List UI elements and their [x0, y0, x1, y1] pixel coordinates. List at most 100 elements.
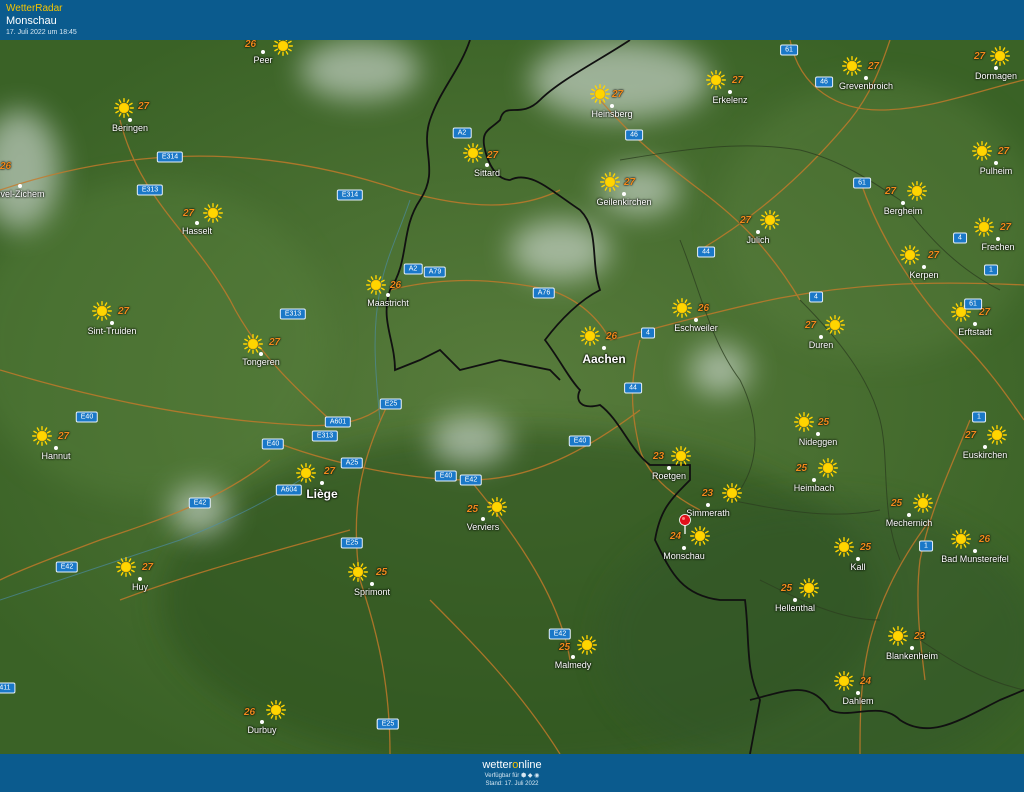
sun-icon: [818, 458, 838, 478]
city-temperature: 27: [740, 215, 752, 226]
city-temperature: 27: [979, 307, 991, 318]
road-shield: A25: [340, 457, 364, 469]
city-name: Dahlem: [842, 696, 874, 706]
road-shield: E313: [279, 308, 307, 320]
road-shield: 61: [964, 298, 982, 310]
sun-icon: [296, 463, 316, 483]
sun-icon: [116, 557, 136, 577]
sun-icon: [487, 497, 507, 517]
city-dot: [386, 293, 390, 297]
city-name: Heimbach: [793, 483, 835, 493]
city-temperature: 25: [818, 417, 830, 428]
city-dot: [706, 503, 710, 507]
city-dot: [816, 432, 820, 436]
city-temperature: 25: [781, 583, 793, 594]
city-temperature: 27: [118, 306, 130, 317]
sun-icon: [913, 493, 933, 513]
city-dot: [195, 221, 199, 225]
logo-right: nline: [518, 759, 542, 771]
city-dot: [261, 50, 265, 54]
city-name: Heinsberg: [591, 109, 633, 119]
sun-icon: [888, 626, 908, 646]
road-shield: 46: [625, 129, 643, 141]
sun-icon: [266, 700, 286, 720]
city-temperature: 25: [559, 642, 571, 653]
sun-icon: [600, 172, 620, 192]
road-shield: 1: [984, 264, 998, 276]
city-temperature: 27: [965, 430, 977, 441]
city-name: Sint-Truiden: [87, 326, 137, 336]
city-name: Aachen: [582, 352, 626, 366]
city-dot: [728, 90, 732, 94]
sun-icon: [900, 245, 920, 265]
sun-icon: [671, 446, 691, 466]
city-temperature: 27: [624, 177, 636, 188]
city-dot: [622, 192, 626, 196]
city-name: Liège: [306, 487, 338, 501]
city-dot: [973, 322, 977, 326]
sun-icon: [706, 70, 726, 90]
road-shield: A79: [423, 266, 447, 278]
city-name: Verviers: [466, 522, 500, 532]
city-name: Roetgen: [651, 471, 687, 481]
brand-title: WetterRadar: [6, 3, 63, 14]
road-shield: 1: [919, 540, 933, 552]
location-title: Monschau: [6, 15, 57, 27]
city-temperature: 25: [467, 504, 479, 515]
sun-icon: [32, 426, 52, 446]
city-name: Simmerath: [686, 508, 730, 518]
sun-icon: [794, 412, 814, 432]
sun-icon: [907, 181, 927, 201]
sun-icon: [974, 217, 994, 237]
city-name: Peer: [253, 55, 273, 65]
city-dot: [54, 446, 58, 450]
city-name: Huy: [131, 582, 149, 592]
road-shield: 4: [953, 232, 967, 244]
city-temperature: 27: [58, 431, 70, 442]
city-name: Pulheim: [979, 166, 1013, 176]
city-name: Geilenkirchen: [596, 197, 652, 207]
city-name: Eschweiler: [674, 323, 718, 333]
road-shield: 44: [697, 246, 715, 258]
road-shield: E40: [568, 435, 592, 447]
city-name: Dormagen: [974, 71, 1018, 81]
city-temperature: 27: [1000, 222, 1012, 233]
city-temperature: 27: [885, 186, 897, 197]
sun-icon: [990, 46, 1010, 66]
city-name: Bad Munstereifel: [941, 554, 1009, 564]
city-temperature: 25: [796, 463, 808, 474]
road-shield: 4: [809, 291, 823, 303]
sun-icon: [842, 56, 862, 76]
sun-icon: [825, 315, 845, 335]
city-name: Kall: [850, 562, 866, 572]
map-pin-icon[interactable]: [679, 514, 691, 534]
sun-icon: [463, 143, 483, 163]
city-temperature: 26: [698, 303, 710, 314]
city-name: Hellenthal: [774, 603, 816, 613]
sun-icon: [972, 141, 992, 161]
available-text: Verfügbar für ⬢ ◆ ◉: [484, 773, 540, 779]
weather-map[interactable]: Peer 26 Beringen 27 Hasselt 27 Sint-Truiden 27 T…: [0, 40, 1024, 754]
city-dot: [128, 118, 132, 122]
road-shield: 61: [780, 44, 798, 56]
sun-icon: [114, 98, 134, 118]
city-dot: [856, 557, 860, 561]
city-dot: [602, 346, 606, 350]
wetteronline-logo[interactable]: wetteronline: [0, 759, 1024, 772]
city-name: Hannut: [41, 451, 71, 461]
app-header: WetterRadar Monschau 17. Juli 2022 um 18…: [0, 0, 1024, 40]
city-temperature: 27: [928, 250, 940, 261]
city-temperature: 26: [606, 331, 618, 342]
city-temperature: 27: [142, 562, 154, 573]
city-dot: [260, 720, 264, 724]
road-shield: A76: [532, 287, 556, 299]
road-shield: E40: [434, 470, 458, 482]
city-temperature: 26: [244, 707, 256, 718]
sun-icon: [799, 578, 819, 598]
road-shield: E314: [336, 189, 364, 201]
sun-icon: [203, 203, 223, 223]
city-dot: [138, 577, 142, 581]
road-shield: E42: [188, 497, 212, 509]
road-shield: 1: [972, 411, 986, 423]
city-temperature: 26: [979, 534, 991, 545]
